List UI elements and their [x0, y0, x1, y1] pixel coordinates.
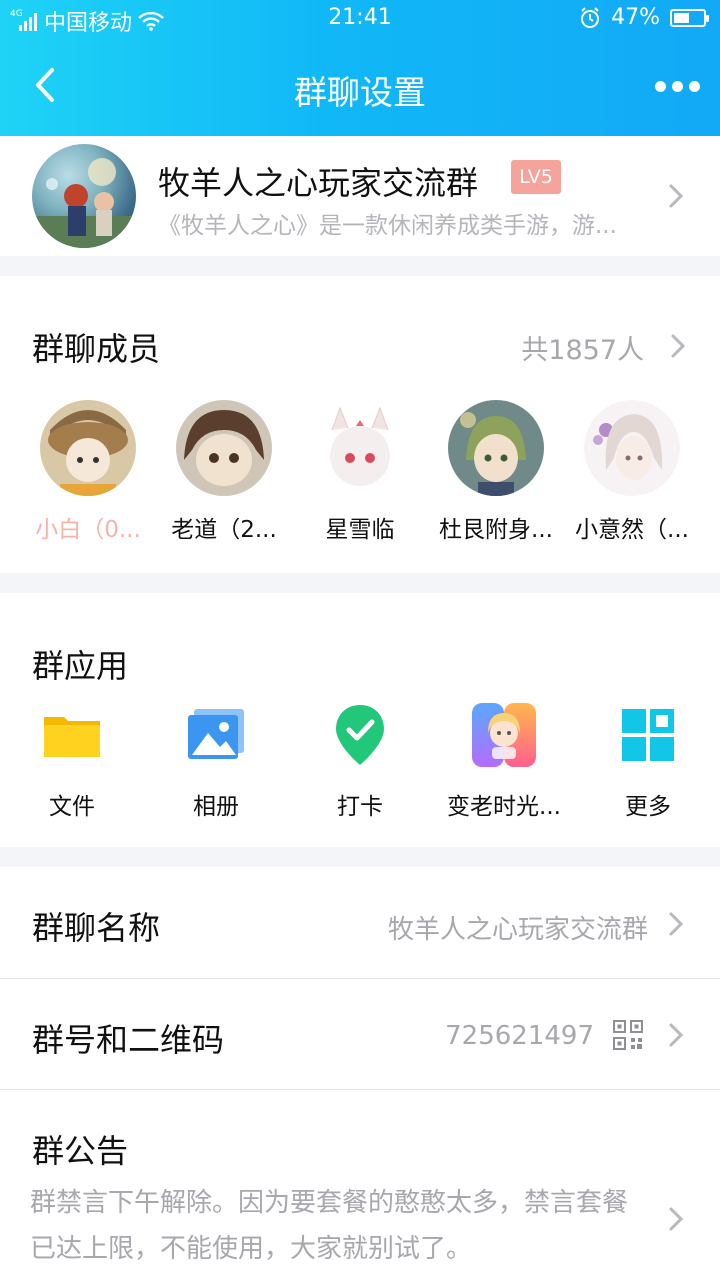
members-title: 群聊成员 [32, 330, 161, 368]
app-album[interactable]: 相册 [141, 703, 291, 821]
folder-icon [40, 703, 104, 767]
group-notice-row[interactable]: 群公告 群禁言下午解除。因为要套餐的憨憨太多，禁言套餐已达上限，不能使用，大家就… [0, 1090, 720, 1280]
avatar [40, 400, 136, 496]
group-name-value: 牧羊人之心玩家交流群 [387, 915, 648, 945]
group-name-row[interactable]: 群聊名称 牧羊人之心玩家交流群 [0, 867, 720, 978]
group-members-section: 群聊成员 共1857人 小白（0... 老道（2... 星雪临 杜艮附身... … [0, 276, 720, 573]
more-grid-icon [616, 703, 680, 767]
navigation-bar: 群聊设置 [0, 38, 720, 136]
member-name: 老道（2... [171, 517, 277, 543]
group-apps-section: 群应用 文件 相册 打卡 变老时光... 更多 [0, 593, 720, 847]
alarm-icon [581, 6, 600, 28]
check-in-pin-icon [328, 703, 392, 767]
group-description: 《牧羊人之心》是一款休闲养成类手游，游... [158, 213, 617, 239]
app-screen: 4G 中国移动 21:41 47% 群聊设置 牧羊人之心玩家交流群 LV5 《牧… [0, 0, 720, 1280]
row-label: 群公告 [32, 1132, 129, 1170]
group-avatar[interactable] [32, 144, 136, 248]
app-aging[interactable]: 变老时光... [429, 703, 579, 821]
app-label: 打卡 [337, 794, 383, 820]
avatar [312, 400, 408, 496]
app-more[interactable]: 更多 [573, 703, 720, 821]
status-bar: 4G 中国移动 21:41 47% [0, 0, 720, 38]
group-id-row[interactable]: 群号和二维码 725621497 [0, 979, 720, 1089]
app-label: 文件 [49, 794, 95, 820]
status-right: 47% [579, 5, 709, 30]
group-profile-row[interactable]: 牧羊人之心玩家交流群 LV5 《牧羊人之心》是一款休闲养成类手游，游... [0, 136, 720, 256]
row-label: 群号和二维码 [32, 1021, 225, 1059]
page-title: 群聊设置 [294, 73, 426, 112]
notice-text: 群禁言下午解除。因为要套餐的憨憨太多，禁言套餐已达上限，不能使用，大家就别试了。 [30, 1188, 629, 1264]
row-label: 群聊名称 [32, 909, 161, 947]
battery-icon [670, 8, 709, 27]
aging-face-icon [472, 703, 536, 767]
chevron-right-icon [669, 184, 684, 208]
chevron-right-icon [669, 912, 684, 936]
chevron-right-icon[interactable] [668, 331, 688, 361]
group-level-badge: LV5 [511, 160, 561, 194]
qr-code-icon [613, 1020, 643, 1050]
app-files[interactable]: 文件 [0, 703, 147, 821]
member-name: 小白（0... [35, 517, 141, 543]
member-name: 星雪临 [325, 517, 395, 543]
chevron-right-icon [669, 1207, 684, 1231]
member-item[interactable]: 杜艮附身... [431, 400, 561, 544]
apps-title: 群应用 [32, 647, 129, 685]
member-name: 杜艮附身... [439, 517, 553, 543]
more-dots-icon [654, 80, 666, 92]
member-item[interactable]: 老道（2... [159, 400, 289, 544]
avatar [584, 400, 680, 496]
member-item[interactable]: 小意然（... [567, 400, 697, 544]
avatar [448, 400, 544, 496]
battery-level [674, 12, 690, 23]
app-checkin[interactable]: 打卡 [285, 703, 435, 821]
photo-album-icon [184, 703, 248, 767]
app-label: 相册 [193, 794, 239, 820]
member-count[interactable]: 共1857人 [521, 328, 644, 367]
member-item[interactable]: 小白（0... [23, 400, 153, 544]
chevron-right-icon [669, 1023, 684, 1047]
member-item[interactable]: 星雪临 [295, 400, 425, 544]
avatar [176, 400, 272, 496]
more-options-button[interactable] [652, 68, 702, 104]
group-id-value: 725621497 [445, 1021, 594, 1051]
battery-percent: 47% [611, 5, 660, 30]
group-name: 牧羊人之心玩家交流群 [158, 164, 479, 202]
app-label: 变老时光... [447, 794, 561, 820]
member-name: 小意然（... [575, 517, 689, 543]
app-label: 更多 [625, 794, 671, 820]
